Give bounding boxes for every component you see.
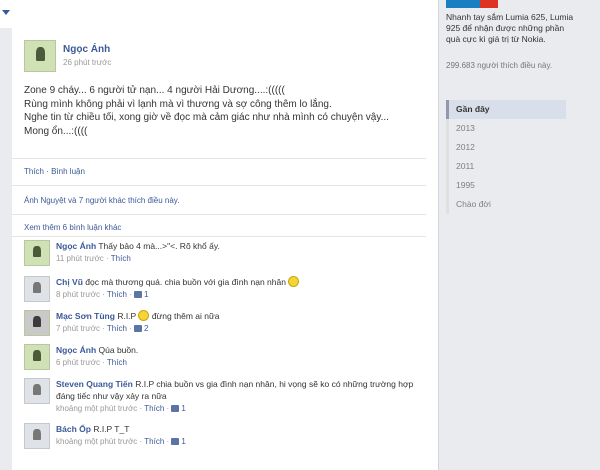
smiley-emoticon-icon bbox=[138, 310, 150, 321]
timeline-nav: Gần đây 2013 2012 2011 1995 Chào đời bbox=[446, 100, 566, 214]
comment-like-link[interactable]: Thích bbox=[144, 404, 164, 413]
comment-text: đọc mà thương quá. chia buồn với gia đìn… bbox=[85, 277, 286, 287]
comment-like-link[interactable]: Thích bbox=[111, 254, 131, 263]
thumbs-up-icon bbox=[134, 325, 143, 332]
commenter-name[interactable]: Chị Vũ bbox=[56, 277, 83, 287]
comment-time[interactable]: 11 phút trước bbox=[56, 254, 104, 263]
comment-item: Mạc Sơn Tùng R.I.P đừng thêm ai nữa 7 ph… bbox=[24, 310, 424, 338]
timeline-item-2012[interactable]: 2012 bbox=[446, 138, 566, 157]
comment-like-count[interactable]: 1 bbox=[181, 404, 185, 413]
commenter-avatar[interactable] bbox=[24, 423, 50, 449]
comment-text-continued: đừng thêm ai nữa bbox=[151, 311, 220, 321]
comment-time[interactable]: 7 phút trước bbox=[56, 324, 100, 333]
comment-item: Ngọc Ánh Qúa buồn. 6 phút trước · Thích bbox=[24, 344, 424, 372]
post-line: Nghe tin từ chiều tối, xong giờ về đọc m… bbox=[24, 112, 389, 123]
ad-text[interactable]: Nhanh tay sắm Lumia 625, Lumia 925 để nh… bbox=[446, 12, 576, 45]
comment-item: Steven Quang Tiến R.I.P chia buồn vs gia… bbox=[24, 378, 424, 418]
comment-time[interactable]: khoảng một phút trước bbox=[56, 437, 137, 446]
ad-likes[interactable]: 299.683 người thích điều này. bbox=[446, 60, 576, 71]
commenter-name[interactable]: Ngọc Ánh bbox=[56, 345, 96, 355]
comment-text: R.I.P bbox=[117, 311, 137, 321]
comment-like-link[interactable]: Thích bbox=[107, 290, 127, 299]
post-timestamp[interactable]: 26 phút trước bbox=[63, 58, 111, 67]
divider bbox=[12, 214, 426, 215]
ad-banner-image[interactable] bbox=[446, 0, 498, 8]
commenter-avatar[interactable] bbox=[24, 276, 50, 302]
comment-item: Ngọc Ánh Thấy bảo 4 mà...>"<. Rõ khổ ấy.… bbox=[24, 240, 424, 268]
comment-like-link[interactable]: Thích bbox=[144, 437, 164, 446]
post-line: Zone 9 cháy... 6 người tử nạn... 4 người… bbox=[24, 85, 285, 96]
commenter-avatar[interactable] bbox=[24, 378, 50, 404]
comment-text: Thấy bảo 4 mà...>"<. Rõ khổ ấy. bbox=[98, 241, 220, 251]
like-comment-links[interactable]: Thích · Bình luận bbox=[24, 167, 85, 176]
timeline-item-1995[interactable]: 1995 bbox=[446, 176, 566, 195]
comment-like-count[interactable]: 1 bbox=[144, 290, 148, 299]
comment-like-link[interactable]: Thích bbox=[107, 324, 127, 333]
view-more-comments-link[interactable]: Xem thêm 6 bình luận khác bbox=[24, 223, 121, 232]
post-line: Mong ổn...:(((( bbox=[24, 125, 88, 137]
thumbs-up-icon bbox=[134, 291, 143, 298]
comment-like-count[interactable]: 2 bbox=[144, 324, 148, 333]
comment-text: R.I.P T_T bbox=[93, 424, 130, 434]
comment-item: Bách Ốp R.I.P T_T khoảng một phút trước … bbox=[24, 423, 424, 451]
commenter-name[interactable]: Bách Ốp bbox=[56, 424, 91, 434]
chevron-down-icon[interactable] bbox=[2, 10, 10, 15]
timeline-item-2011[interactable]: 2011 bbox=[446, 157, 566, 176]
divider bbox=[12, 236, 426, 237]
post-author-name[interactable]: Ngọc Ánh bbox=[63, 44, 110, 55]
thumbs-up-icon bbox=[171, 405, 180, 412]
divider bbox=[12, 158, 426, 159]
likes-summary[interactable]: Ánh Nguyệt và 7 người khác thích điều nà… bbox=[24, 196, 179, 205]
commenter-name[interactable]: Mạc Sơn Tùng bbox=[56, 311, 115, 321]
comment-text: Qúa buồn. bbox=[98, 345, 139, 355]
post-author-avatar[interactable] bbox=[24, 40, 56, 72]
comment-time[interactable]: 8 phút trước bbox=[56, 290, 100, 299]
comment-like-count[interactable]: 1 bbox=[181, 437, 185, 446]
thumbs-up-icon bbox=[171, 438, 180, 445]
commenter-avatar[interactable] bbox=[24, 240, 50, 266]
comment-item: Chị Vũ đọc mà thương quá. chia buồn với … bbox=[24, 276, 424, 304]
comment-time[interactable]: khoảng một phút trước bbox=[56, 404, 137, 413]
comment-like-link[interactable]: Thích bbox=[107, 358, 127, 367]
smiley-emoticon-icon bbox=[288, 276, 300, 287]
commenter-name[interactable]: Steven Quang Tiến bbox=[56, 379, 133, 389]
divider bbox=[12, 185, 426, 186]
commenter-avatar[interactable] bbox=[24, 344, 50, 370]
post-body: Zone 9 cháy... 6 người tử nạn... 4 người… bbox=[24, 84, 424, 138]
right-column: Nhanh tay sắm Lumia 625, Lumia 925 để nh… bbox=[440, 0, 600, 470]
post-line: Rùng mình không phải vì lạnh mà vì thươn… bbox=[24, 98, 332, 110]
timeline-item-born[interactable]: Chào đời bbox=[446, 195, 566, 214]
comment-time[interactable]: 6 phút trước bbox=[56, 358, 100, 367]
commenter-avatar[interactable] bbox=[24, 310, 50, 336]
commenter-name[interactable]: Ngọc Ánh bbox=[56, 241, 96, 251]
timeline-item-2013[interactable]: 2013 bbox=[446, 119, 566, 138]
ad-tag-badge bbox=[480, 0, 498, 8]
timeline-item-recent[interactable]: Gần đây bbox=[446, 100, 566, 119]
